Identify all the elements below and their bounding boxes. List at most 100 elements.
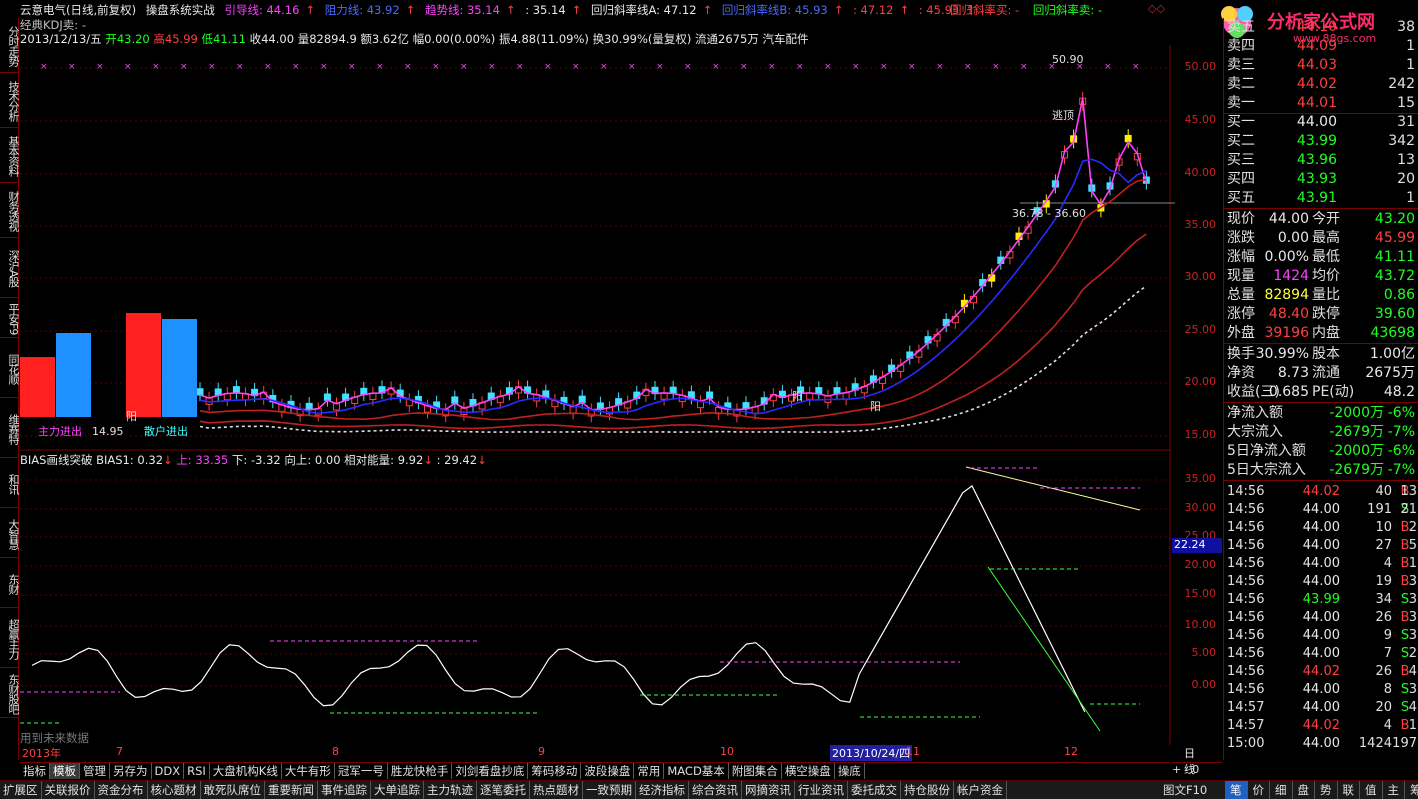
right-tab-2[interactable]: 细 [1270,781,1293,799]
right-tab-5[interactable]: 联 [1338,781,1360,799]
right-tab-6[interactable]: 值 [1360,781,1383,799]
bottom-tab-2[interactable]: 资金分布 [95,781,148,799]
quote-label2: 今开 [1312,211,1340,227]
indicator-tab-7[interactable]: 大牛有形 [282,763,335,779]
sidebar-tab-6[interactable]: 同花顺 [0,338,20,398]
right-tab-1[interactable]: 价 [1248,781,1270,799]
order-row-6[interactable]: 买二 43.99 342 [1224,132,1418,151]
bottom-tab-7[interactable]: 大单追踪 [371,781,424,799]
tick-row: 14:56 44.00 9 S 3 [1224,627,1418,645]
sidebar-tab-0[interactable]: 分时走势 [0,18,20,73]
candle-body [196,388,204,396]
price-tick-4: 30.00 [1184,270,1217,283]
bottom-tab-6[interactable]: 事件追踪 [318,781,371,799]
indicator-tab-12[interactable]: 波段操盘 [581,763,635,779]
indicator-tab-8[interactable]: 冠军一号 [335,763,388,779]
indicator-tab-16[interactable]: 横空操盘 [782,763,835,779]
order-row-3[interactable]: 卖二 44.02 242 [1224,75,1418,94]
signal-x-mark: × [516,62,524,72]
bottom-tab-8[interactable]: 主力轨迹 [424,781,477,799]
bottom-tab-0[interactable]: 扩展区 [0,781,42,799]
indicator-tab-15[interactable]: 附图集合 [729,763,782,779]
bottom-tab-17[interactable]: 持仓股份 [901,781,954,799]
tick-qty: 8 [1383,682,1392,697]
bottom-tab-18[interactable]: 帐户资金 [954,781,1007,799]
bottom-tab-3[interactable]: 核心题材 [148,781,201,799]
main-bar-1 [20,357,55,417]
tick-count: 3 [1408,610,1417,625]
zoom-minus-icon[interactable]: - [1185,763,1189,776]
bottom-tab-12[interactable]: 经济指标 [636,781,689,799]
order-row-9[interactable]: 买五 43.91 1 [1224,189,1418,208]
sidebar-tab-5[interactable]: 平安F9 [0,298,20,338]
sidebar-tab-2[interactable]: 基本资料 [0,128,20,183]
indicator-tab-13[interactable]: 常用 [634,763,665,779]
bottom-tab-15[interactable]: 行业资讯 [795,781,848,799]
right-tab-0[interactable]: 笔 [1225,781,1248,799]
indicator-tab-0[interactable]: 指标 [20,763,50,779]
bottom-tab-14[interactable]: 网摘资讯 [742,781,795,799]
bottom-tab-13[interactable]: 综合资讯 [689,781,742,799]
tick-qty: 7 [1383,646,1392,661]
indicator-tab-6[interactable]: 大盘机构K线 [210,763,282,779]
period-f10[interactable]: 图文F10 [1160,781,1210,799]
indicator-tab-4[interactable]: DDX [152,763,185,779]
indicator-tab-11[interactable]: 筹码移动 [528,763,582,779]
tick-time: 14:57 [1227,718,1265,733]
bottom-tab-9[interactable]: 逐笔委托 [477,781,530,799]
indicator-tab-1[interactable]: 模板 [50,763,80,779]
indicator-tab-14[interactable]: MACD基本 [664,763,729,779]
indicator-tab-5[interactable]: RSI [184,763,210,779]
order-row-1[interactable]: 卖四 44.09 1 [1224,37,1418,56]
sidebar-tab-10[interactable]: 东财 [0,558,20,608]
bias-label-row: BIAS画线突破 BIAS1: 0.32↓ 上: 33.35 下: -3.32 … [20,453,487,467]
sidebar-tab-7[interactable]: 维赛特 [0,398,20,458]
order-row-8[interactable]: 买四 43.93 20 [1224,170,1418,189]
order-row-2[interactable]: 卖三 44.03 1 [1224,56,1418,75]
order-label: 买四 [1227,171,1255,187]
val-a: : 35.14 [525,3,566,17]
order-row-7[interactable]: 买三 43.96 13 [1224,151,1418,170]
order-row-5[interactable]: 买一 44.00 31 [1224,113,1418,132]
bottom-tab-4[interactable]: 敢死队席位 [201,781,265,799]
signal-x-mark: × [964,62,972,72]
info-label2: 股本 [1312,346,1340,362]
indicator-tab-9[interactable]: 胜龙快枪手 [388,763,453,779]
sidebar-tab-8[interactable]: 和讯 [0,458,20,508]
signal-x-mark: × [628,62,636,72]
indicator-tab-2[interactable]: 管理 [80,763,110,779]
right-tab-7[interactable]: 主 [1383,781,1405,799]
order-row-0[interactable]: 卖五 44.10 38 [1224,18,1418,37]
right-tab-8[interactable]: 筹 [1405,781,1418,799]
date-axis: 2013年 7 8 9 10 2013/10/24/四 11 12 日线 [20,745,1195,776]
low-price-label: 14.95 [92,425,124,438]
sidebar-tab-9[interactable]: 大智慧 [0,508,20,558]
date-cursor: 2013/10/24/四 [830,745,913,761]
right-tab-3[interactable]: 盘 [1293,781,1315,799]
indicator-tab-3[interactable]: 另存为 [110,763,152,779]
sidebar-tab-1[interactable]: 技术分析 [0,73,20,128]
indicator-tab-17[interactable]: 操底 [835,763,865,779]
window-controls-icon[interactable]: ◇◇ [1148,2,1165,15]
bottom-tab-10[interactable]: 热点题材 [530,781,583,799]
capital-pct: -6% [1387,405,1415,421]
info-value2: 1.00亿 [1369,346,1415,362]
bottom-tab-16[interactable]: 委托成交 [848,781,901,799]
indicator-tab-10[interactable]: 刘剑看盘抄底 [452,763,529,779]
sidebar-tab-3[interactable]: 财务透视 [0,183,20,238]
tick-time: 14:56 [1227,502,1265,517]
quote-value2: 0.86 [1383,287,1415,303]
zoom-plus-icon[interactable]: + [1172,763,1181,776]
sidebar-tab-11[interactable]: 超赢主力 [0,608,20,668]
sidebar-tab-4[interactable]: 深沪A股 [0,238,20,298]
main-bar-2 [56,333,91,417]
order-qty: 242 [1388,76,1415,92]
bottom-tab-5[interactable]: 重要新闻 [265,781,318,799]
order-row-4[interactable]: 卖一 44.01 15 [1224,94,1418,113]
sidebar-tab-12[interactable]: 东财股吧 [0,668,20,718]
main-chart-area[interactable]: × × × × × × × × × × × × × × × × × × × × × × × × × × × × × × × × × × × × × × × ×… [20,45,1175,745]
bottom-tab-11[interactable]: 一致预期 [583,781,636,799]
zoom-controls[interactable]: + - 0 [1172,762,1222,779]
right-tab-4[interactable]: 势 [1315,781,1338,799]
bottom-tab-1[interactable]: 关联报价 [42,781,95,799]
